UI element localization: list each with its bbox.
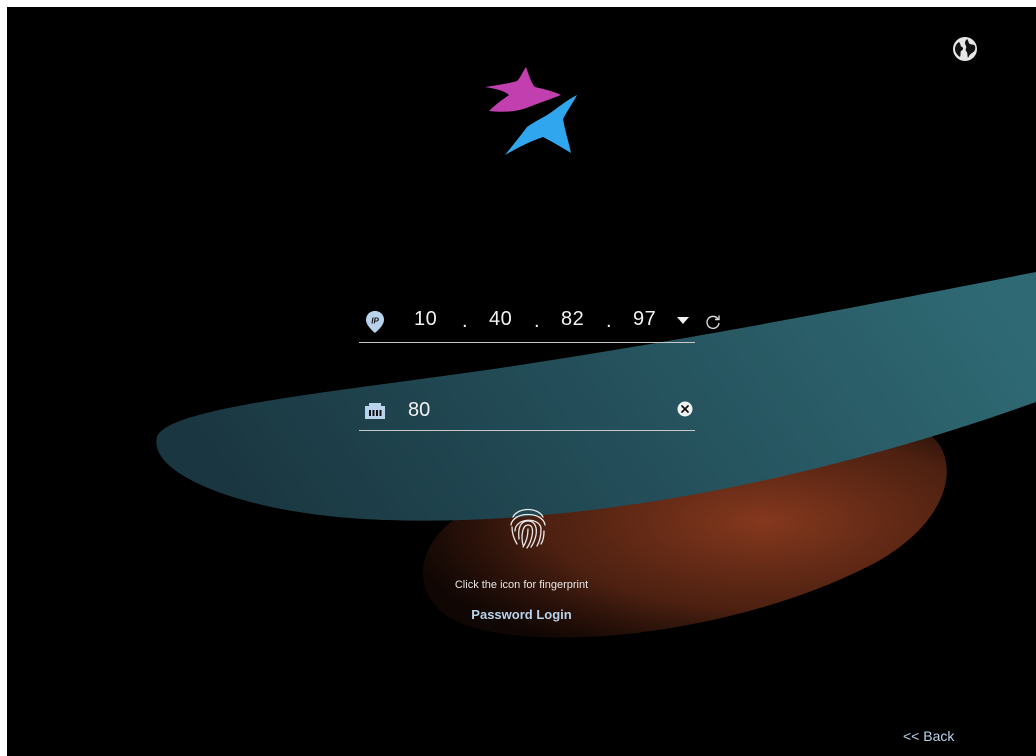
ip-octet-4[interactable]: 97 (633, 308, 656, 331)
password-login-container: Password Login (7, 606, 1036, 624)
password-login-link[interactable]: Password Login (471, 607, 571, 622)
fingerprint-icon[interactable] (503, 501, 553, 551)
port-field[interactable] (359, 392, 710, 431)
refresh-icon[interactable] (704, 313, 722, 331)
caret-down-icon[interactable] (677, 317, 689, 324)
ip-separator: . (606, 310, 612, 332)
ip-octet-3[interactable]: 82 (561, 308, 584, 331)
ip-octet-2[interactable]: 40 (489, 308, 512, 331)
back-link[interactable]: << Back (903, 728, 954, 744)
svg-text:IP: IP (371, 317, 379, 326)
ip-separator: . (462, 310, 468, 332)
clear-circle-x-icon[interactable] (677, 401, 693, 417)
ip-octet-1[interactable]: 10 (414, 308, 437, 331)
ip-address-field[interactable]: IP 10 . 40 . 82 . 97 (359, 304, 695, 343)
fingerprint-hint: Click the icon for fingerprint (454, 579, 589, 591)
ip-location-pin-icon: IP (366, 311, 384, 333)
login-screen: IP 10 . 40 . 82 . 97 80 Click the icon f… (7, 7, 1036, 756)
port-input[interactable] (359, 394, 710, 426)
star-logo-icon (485, 67, 577, 155)
ip-separator: . (534, 310, 540, 332)
globe-icon[interactable] (952, 36, 978, 62)
